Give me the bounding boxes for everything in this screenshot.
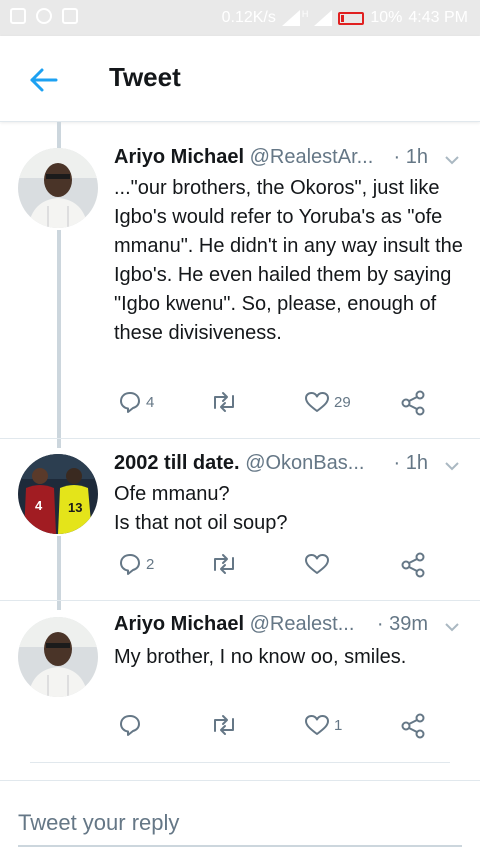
share-button[interactable] — [400, 390, 426, 416]
author-handle[interactable]: @Realest... — [250, 613, 355, 635]
network-speed: 0.12K/s — [221, 9, 276, 26]
signal-type-label: H — [301, 9, 309, 19]
svg-text:4: 4 — [35, 498, 43, 513]
reply-icon — [120, 392, 140, 413]
tweet-header: Ariyo Michael @Realest... — [114, 613, 354, 636]
retweet-icon — [214, 392, 234, 412]
tweet-actions: 2 — [114, 552, 444, 582]
avatar[interactable] — [18, 148, 98, 228]
share-icon — [401, 390, 425, 416]
image-icon — [62, 8, 78, 24]
heart-icon — [305, 392, 329, 412]
tweet-3[interactable]: Ariyo Michael @Realest... · 39m My broth… — [0, 609, 480, 759]
clock: 4:43 PM — [408, 9, 468, 26]
tweet-text: My brother, I no know oo, smiles. — [114, 646, 407, 668]
author-handle[interactable]: @RealestAr... — [250, 146, 374, 168]
reply-bar — [0, 780, 480, 854]
battery-icon — [338, 11, 365, 25]
tweet-actions: 4 29 — [114, 390, 444, 420]
tweet-time: · 1h — [393, 452, 428, 474]
alert-icon — [10, 8, 26, 24]
tweet-time: · 1h — [393, 146, 428, 168]
chevron-down-icon[interactable] — [442, 150, 462, 170]
like-count: 1 — [334, 716, 343, 734]
tweet-2[interactable]: 4 13 2002 till date. @OkonBas... · 1h Of… — [0, 446, 480, 596]
retweet-icon — [214, 715, 234, 735]
retweet-button[interactable] — [210, 390, 242, 414]
reply-button[interactable]: 4 — [118, 390, 154, 414]
retweet-icon — [214, 554, 234, 574]
tweet-divider — [30, 762, 450, 763]
tweet-time: · 39m — [376, 613, 428, 635]
battery-percent: 10% — [370, 9, 403, 26]
like-count: 29 — [334, 393, 351, 411]
share-icon — [401, 552, 425, 578]
author-name[interactable]: Ariyo Michael — [114, 146, 244, 168]
share-icon — [401, 713, 425, 739]
share-button[interactable] — [400, 552, 426, 578]
avatar[interactable] — [18, 617, 98, 697]
like-button[interactable]: 29 — [304, 390, 351, 414]
tweet-actions: 1 — [114, 713, 444, 743]
avatar[interactable]: 4 13 — [18, 454, 98, 534]
signal-icon — [281, 10, 300, 26]
heart-icon — [305, 554, 329, 574]
retweet-button[interactable] — [210, 713, 242, 737]
heart-icon — [305, 715, 329, 735]
signal-icon-2 — [314, 10, 333, 26]
reply-icon — [120, 554, 140, 575]
reply-input[interactable] — [18, 801, 462, 847]
reply-count: 4 — [146, 393, 155, 411]
tweet-text: ..."our brothers, the Okoros", just like… — [114, 177, 463, 344]
tweet-divider — [0, 600, 480, 601]
svg-text:13: 13 — [68, 500, 82, 515]
reply-button[interactable] — [118, 713, 146, 737]
like-button[interactable] — [304, 552, 334, 576]
page-title: Tweet — [109, 62, 181, 92]
tweet-header: 2002 till date. @OkonBas... — [114, 452, 364, 475]
author-name[interactable]: Ariyo Michael — [114, 613, 244, 635]
tweet-divider — [0, 438, 480, 439]
author-name[interactable]: 2002 till date. — [114, 452, 240, 474]
tweet-header: Ariyo Michael @RealestAr... — [114, 146, 373, 169]
reply-button[interactable]: 2 — [118, 552, 154, 576]
reply-icon — [120, 715, 140, 736]
reply-count: 2 — [146, 555, 155, 573]
whatsapp-icon — [36, 8, 52, 24]
app-header: Tweet — [0, 36, 480, 122]
share-button[interactable] — [400, 713, 426, 739]
status-bar: 0.12K/s H 10% 4:43 PM — [0, 0, 480, 36]
retweet-button[interactable] — [210, 552, 242, 576]
tweet-1[interactable]: Ariyo Michael @RealestAr... · 1h ..."our… — [0, 140, 480, 440]
back-button[interactable] — [22, 60, 66, 100]
author-handle[interactable]: @OkonBas... — [245, 452, 364, 474]
chevron-down-icon[interactable] — [442, 617, 462, 637]
arrow-left-icon — [30, 68, 58, 92]
like-button[interactable]: 1 — [304, 713, 342, 737]
tweet-text: Ofe mmanu? Is that not oil soup? — [114, 483, 288, 534]
chevron-down-icon[interactable] — [442, 456, 462, 476]
